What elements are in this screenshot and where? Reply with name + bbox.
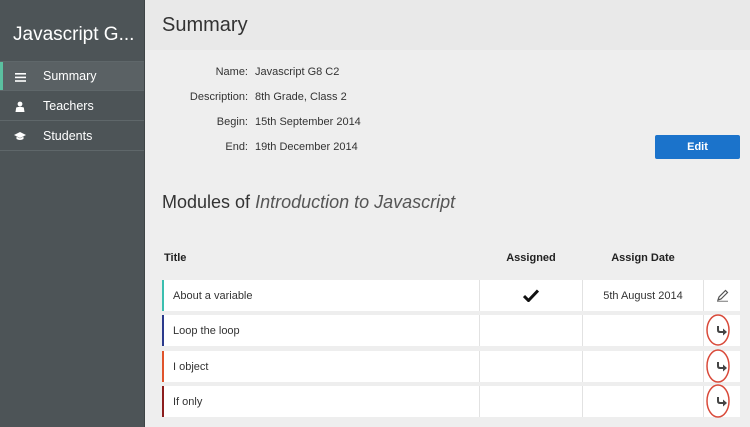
modules-heading-prefix: Modules of: [162, 192, 251, 212]
pencil-icon: [716, 289, 728, 302]
row-color-stripe: [162, 351, 164, 382]
table-row[interactable]: If only: [162, 386, 740, 417]
table-row[interactable]: About a variable 5th August 2014: [162, 280, 740, 311]
sidebar-item-teachers[interactable]: Teachers: [0, 91, 144, 121]
detail-label: Name:: [215, 66, 248, 78]
edit-module-button[interactable]: [704, 280, 740, 311]
app-title: Javascript G...: [13, 24, 135, 45]
course-name: Introduction to Javascript: [255, 192, 456, 212]
assign-module-button[interactable]: [704, 386, 740, 417]
assigned-cell: [480, 315, 582, 346]
module-title: If only: [173, 395, 203, 408]
detail-label: End:: [225, 141, 248, 153]
checkmark-icon: [523, 289, 539, 302]
detail-label: Description:: [189, 91, 248, 103]
column-header-assigned: Assigned: [506, 252, 556, 264]
modules-heading: Modules of Introduction to Javascript: [162, 192, 455, 213]
column-header-title: Title: [164, 252, 187, 264]
detail-value: 15th September 2014: [255, 116, 361, 128]
row-color-stripe: [162, 315, 164, 346]
sidebar-item-label: Students: [43, 128, 93, 143]
graduation-cap-icon: [13, 121, 27, 151]
arrow-down-right-icon: [717, 361, 727, 371]
sidebar-item-students[interactable]: Students: [0, 121, 144, 151]
detail-value: 8th Grade, Class 2: [255, 91, 347, 103]
teacher-icon: [13, 91, 27, 121]
list-icon: [13, 62, 27, 92]
arrow-down-right-icon: [717, 325, 727, 335]
module-title: I object: [173, 360, 209, 373]
assigned-cell: [480, 280, 582, 311]
arrow-down-right-icon: [717, 396, 727, 406]
detail-label: Begin:: [216, 116, 248, 128]
column-header-assign-date: Assign Date: [611, 252, 675, 264]
sidebar-nav: Summary Teachers Students: [0, 61, 144, 151]
table-row[interactable]: I object: [162, 351, 740, 382]
module-title: Loop the loop: [173, 324, 240, 337]
assign-module-button[interactable]: [704, 351, 740, 382]
table-row[interactable]: Loop the loop: [162, 315, 740, 346]
assign-date: 5th August 2014: [603, 289, 683, 302]
edit-button[interactable]: Edit: [655, 135, 740, 159]
page-title: Summary: [162, 14, 248, 36]
assign-date: [583, 315, 703, 346]
detail-value: Javascript G8 C2: [255, 66, 340, 78]
module-title: About a variable: [173, 289, 253, 302]
assigned-cell: [480, 386, 582, 417]
assign-date: [583, 351, 703, 382]
detail-value: 19th December 2014: [255, 141, 358, 153]
assign-module-button[interactable]: [704, 315, 740, 346]
row-color-stripe: [162, 280, 164, 311]
sidebar-item-label: Teachers: [43, 98, 94, 113]
sidebar: Javascript G... Summary Teachers Student…: [0, 0, 145, 427]
row-color-stripe: [162, 386, 164, 417]
sidebar-item-summary[interactable]: Summary: [0, 61, 144, 91]
assigned-cell: [480, 351, 582, 382]
assign-date: [583, 386, 703, 417]
main-content: Summary Name: Javascript G8 C2 Descripti…: [145, 0, 750, 427]
sidebar-item-label: Summary: [43, 69, 97, 83]
